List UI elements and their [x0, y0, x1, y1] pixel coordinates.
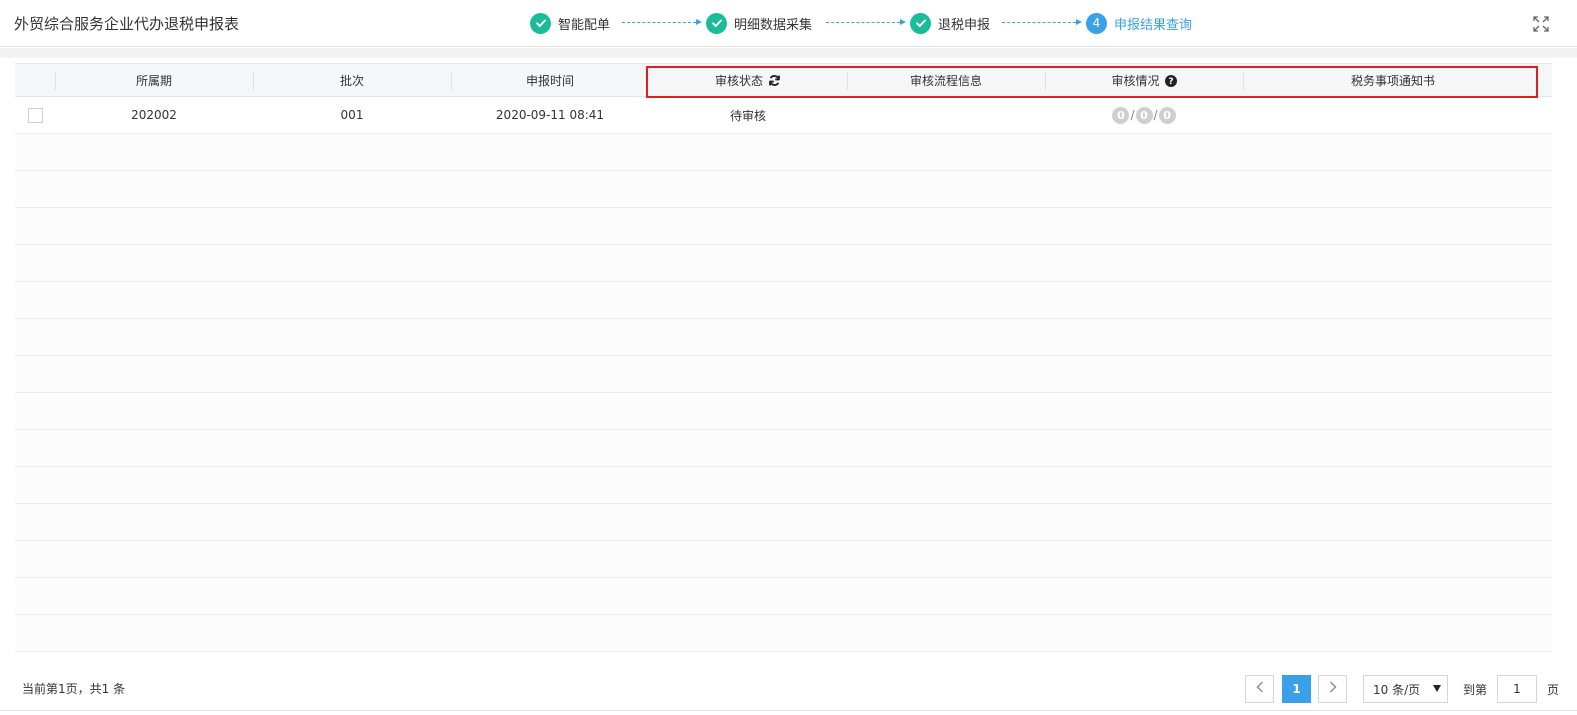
- prev-page-button[interactable]: [1245, 675, 1274, 703]
- step-1[interactable]: 智能配单: [530, 12, 610, 34]
- review-count-badge[interactable]: 0: [1112, 106, 1130, 124]
- column-header-period[interactable]: 所属期: [55, 64, 253, 97]
- review-count-badge[interactable]: 0: [1158, 106, 1176, 124]
- check-icon: [530, 12, 551, 34]
- cell-batch: 001: [340, 108, 364, 122]
- step-2[interactable]: 明细数据采集: [706, 12, 812, 34]
- cell-time: 2020-09-11 08:41: [495, 108, 605, 122]
- step-label: 智能配单: [558, 17, 611, 33]
- step-number: 4: [1086, 12, 1107, 34]
- svg-text:?: ?: [1168, 77, 1173, 87]
- empty-table-row: [15, 393, 1552, 430]
- column-header-review[interactable]: 审核情况 ?: [1045, 64, 1243, 97]
- section-divider: [0, 48, 1577, 58]
- step-3[interactable]: 退税申报: [910, 12, 990, 34]
- page-info: 当前第1页，共1 条: [22, 682, 126, 696]
- table-row[interactable]: 202002 001 2020-09-11 08:41 待审核 0 / 0 / …: [15, 97, 1552, 134]
- chevron-right-icon: [1329, 681, 1337, 697]
- step-label: 退税申报: [938, 17, 991, 33]
- help-icon[interactable]: ?: [1164, 74, 1177, 87]
- empty-table-row: [15, 541, 1552, 578]
- results-table: 所属期 批次 申报时间 审核状态 审核流程信息 审核情况 ? 税务事项通知书 2…: [15, 63, 1552, 652]
- review-count-badge[interactable]: 0: [1135, 106, 1153, 124]
- cell-notice: [1243, 97, 1543, 133]
- page-title: 外贸综合服务企业代办退税申报表: [14, 15, 240, 33]
- next-page-button[interactable]: [1318, 675, 1347, 703]
- page-size-value: 10 条/页: [1373, 682, 1421, 697]
- table-header: 所属期 批次 申报时间 审核状态 审核流程信息 审核情况 ? 税务事项通知书: [15, 63, 1552, 97]
- column-header-label: 审核情况: [1111, 74, 1160, 88]
- column-header-label: 审核状态: [714, 74, 763, 88]
- page-size-select[interactable]: 10 条/页: [1363, 675, 1448, 703]
- cell-flow: [847, 97, 1045, 133]
- step-4[interactable]: 4 申报结果查询: [1086, 12, 1192, 34]
- column-header-notice[interactable]: 税务事项通知书: [1243, 64, 1543, 97]
- empty-table-row: [15, 504, 1552, 541]
- check-icon: [706, 12, 727, 34]
- column-header-flow[interactable]: 审核流程信息: [847, 64, 1045, 97]
- chevron-left-icon: [1256, 681, 1264, 697]
- empty-table-row: [15, 208, 1552, 245]
- step-label: 申报结果查询: [1114, 17, 1193, 33]
- step-connector: [622, 19, 702, 25]
- column-header-batch[interactable]: 批次: [253, 64, 451, 97]
- empty-table-row: [15, 319, 1552, 356]
- fullscreen-icon[interactable]: [1532, 15, 1550, 33]
- step-label: 明细数据采集: [734, 17, 813, 33]
- empty-table-row: [15, 467, 1552, 504]
- cell-status: 待审核: [729, 108, 766, 123]
- table-body: 202002 001 2020-09-11 08:41 待审核 0 / 0 / …: [15, 97, 1552, 652]
- refresh-icon[interactable]: [768, 74, 781, 87]
- column-header-time[interactable]: 申报时间: [451, 64, 649, 97]
- goto-page-input[interactable]: [1497, 675, 1537, 703]
- header-bar: 外贸综合服务企业代办退税申报表 智能配单 明细数据采集 退税申报 4 申报结果查…: [0, 0, 1577, 47]
- page-suffix-label: 页: [1547, 683, 1560, 697]
- empty-table-row: [15, 245, 1552, 282]
- step-connector: [826, 19, 906, 25]
- empty-table-row: [15, 356, 1552, 393]
- row-checkbox[interactable]: [28, 108, 43, 123]
- empty-table-row: [15, 171, 1552, 208]
- cell-review: 0 / 0 / 0: [1045, 97, 1243, 133]
- empty-table-row: [15, 615, 1552, 652]
- check-icon: [910, 12, 931, 34]
- goto-label: 到第: [1463, 683, 1488, 697]
- caret-down-icon: [1433, 685, 1441, 692]
- empty-table-row: [15, 430, 1552, 467]
- empty-table-row: [15, 578, 1552, 615]
- step-connector: [1002, 19, 1082, 25]
- empty-table-row: [15, 282, 1552, 319]
- cell-period: 202002: [131, 108, 177, 122]
- empty-table-row: [15, 134, 1552, 171]
- column-header-status[interactable]: 审核状态: [649, 64, 847, 97]
- page-button-current[interactable]: 1: [1282, 675, 1311, 703]
